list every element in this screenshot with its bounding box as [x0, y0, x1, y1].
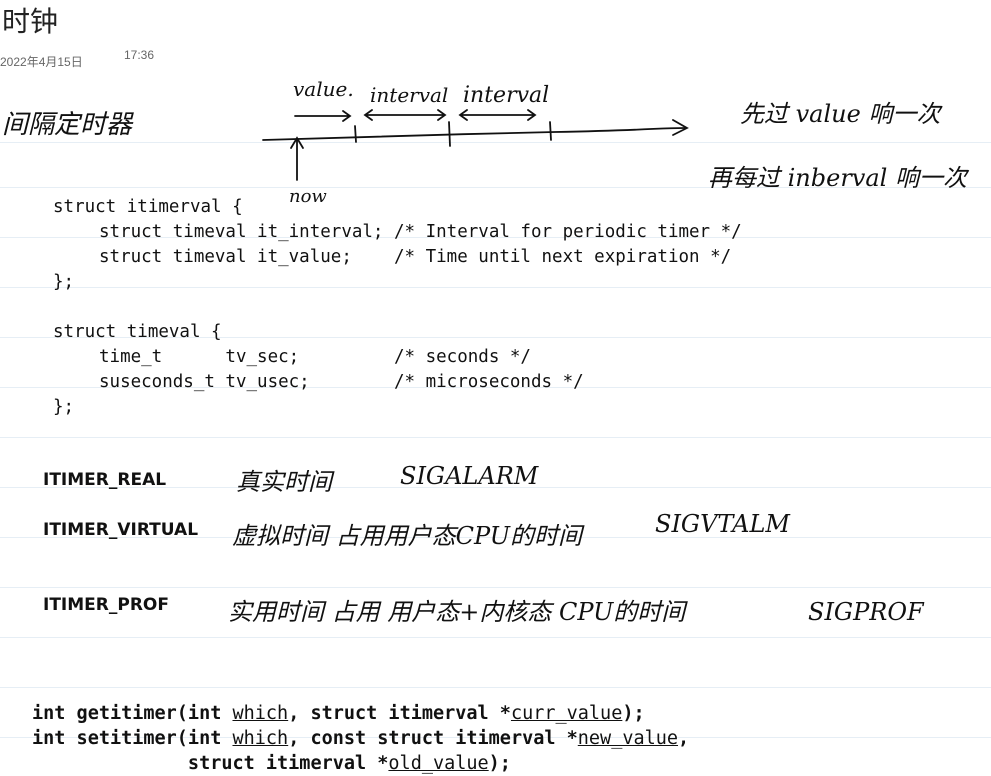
timer-note-real: 真实时间	[236, 468, 332, 496]
struct-definitions: struct itimerval { struct timeval it_inte…	[53, 195, 742, 420]
value-arrow	[294, 110, 352, 122]
tick-3	[549, 121, 552, 141]
code-line: };	[53, 272, 75, 292]
note-then-interval: 再每过 inberval 响一次	[708, 164, 967, 192]
interval-arrow-2	[458, 109, 537, 121]
interval-label-1: interval	[370, 83, 448, 107]
setitimer-prototype-cont: struct itimerval *old_value);	[32, 753, 511, 774]
timer-signal-prof: SIGPROF	[808, 598, 924, 626]
page-title: 时钟	[2, 5, 59, 38]
interval-label-2: interval	[463, 83, 549, 108]
timer-signal-real: SIGALARM	[400, 462, 539, 490]
code-line: struct timeval {	[53, 322, 222, 342]
code-line: struct timeval it_interval; /* Interval …	[99, 222, 742, 242]
timeline-axis	[262, 127, 686, 141]
timer-note-virtual: 虚拟时间 占用用户态CPU的时间	[232, 522, 582, 550]
note-first-value: 先过 value 响一次	[740, 100, 941, 128]
timeline-diagram: value. interval interval now	[262, 77, 689, 207]
param-which: which	[232, 728, 289, 749]
timer-name-real: ITIMER_REAL	[43, 470, 167, 490]
setitimer-prototype: int setitimer(int which, const struct it…	[32, 728, 690, 749]
code-line: time_t tv_sec; /* seconds */	[99, 347, 531, 367]
timer-name-prof: ITIMER_PROF	[43, 595, 169, 615]
code-line: };	[53, 397, 75, 417]
param-which: which	[232, 703, 289, 724]
interval-arrow-1	[363, 109, 447, 121]
timer-name-virtual: ITIMER_VIRTUAL	[43, 520, 199, 540]
tick-2	[448, 121, 451, 147]
note-interval-timer: 间隔定时器	[2, 110, 133, 140]
now-arrow	[290, 136, 304, 181]
timer-signal-virtual: SIGVTALM	[655, 510, 790, 538]
param-curr-value: curr_value	[510, 703, 623, 724]
param-old-value: old_value	[388, 753, 489, 774]
timer-note-prof: 实用时间 占用 用户态+内核态 CPU的时间	[228, 598, 686, 626]
code-line: struct itimerval {	[53, 197, 243, 217]
page-time: 17:36	[124, 48, 155, 62]
code-line: struct timeval it_value; /* Time until n…	[99, 247, 732, 267]
page-date: 2022年4月15日	[0, 55, 83, 69]
tick-1	[354, 125, 357, 143]
function-prototypes: int getitimer(int which, struct itimerva…	[32, 701, 689, 776]
value-label: value.	[293, 77, 354, 101]
code-line: suseconds_t tv_usec; /* microseconds */	[99, 372, 584, 392]
getitimer-prototype: int getitimer(int which, struct itimerva…	[32, 703, 645, 724]
param-new-value: new_value	[577, 728, 679, 749]
